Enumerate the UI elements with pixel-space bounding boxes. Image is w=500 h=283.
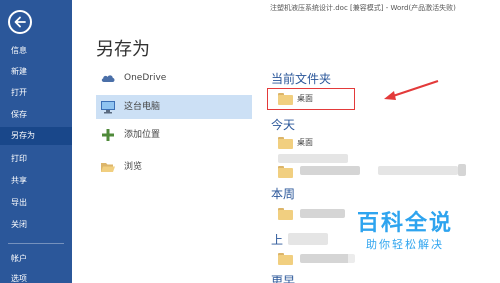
nav-info[interactable]: 信息 (0, 42, 72, 60)
nav-share[interactable]: 共享 (0, 172, 72, 190)
nav-open[interactable]: 打开 (0, 84, 72, 102)
nav-print[interactable]: 打印 (0, 150, 72, 168)
nav-options[interactable]: 选项 (0, 270, 72, 283)
current-folder-heading: 当前文件夹 (271, 72, 332, 86)
redacted-name (378, 166, 458, 175)
this-week-heading: 本周 (271, 187, 296, 201)
redacted-name (300, 254, 355, 263)
today-heading: 今天 (271, 118, 296, 132)
location-this-pc[interactable]: 这台电脑 (96, 95, 252, 119)
nav-export[interactable]: 导出 (0, 194, 72, 212)
location-browse[interactable]: 浏览 (96, 155, 252, 179)
redacted-name (300, 209, 345, 218)
folder-name: 桌面 (297, 138, 313, 147)
nav-close[interactable]: 关闭 (0, 216, 72, 234)
folder-icon (278, 137, 293, 149)
older-heading: 更早 (271, 274, 296, 283)
window-title: 注塑机液压系统设计.doc [兼容模式] - Word(产品激活失败) (270, 4, 456, 12)
computer-icon (101, 101, 115, 114)
backstage-sidebar: 信息 新建 打开 保存 另存为 打印 共享 导出 关闭 帐户 选项 (0, 0, 72, 283)
location-onedrive[interactable]: OneDrive (96, 66, 252, 90)
back-button[interactable] (8, 10, 32, 34)
redacted-name (300, 166, 360, 175)
folder-icon (278, 253, 293, 265)
today-folder-redacted[interactable] (278, 164, 298, 180)
watermark-subtitle: 助你轻松解决 (366, 238, 444, 251)
folder-icon (278, 166, 293, 178)
folder-icon (278, 208, 293, 220)
today-folder-desktop[interactable]: 桌面 (278, 135, 338, 151)
location-add-place[interactable]: 添加位置 (96, 123, 252, 147)
last-week-folder-redacted[interactable] (278, 251, 298, 267)
nav-save-as[interactable]: 另存为 (0, 127, 72, 145)
redacted-path (278, 154, 348, 163)
back-arrow-icon (14, 16, 26, 28)
page-title: 另存为 (96, 39, 150, 60)
location-label: OneDrive (124, 73, 167, 83)
location-label: 添加位置 (124, 130, 161, 140)
plus-icon (102, 129, 114, 141)
annotation-arrow-icon (384, 80, 439, 100)
location-label: 浏览 (124, 162, 143, 172)
nav-account[interactable]: 帐户 (0, 250, 72, 268)
nav-new[interactable]: 新建 (0, 63, 72, 81)
sidebar-divider (8, 243, 64, 244)
annotation-highlight-box (267, 88, 355, 110)
watermark-title: 百科全说 (356, 211, 453, 236)
redacted-name (458, 164, 466, 176)
last-week-heading: 上 (271, 233, 284, 247)
cloud-icon (101, 75, 115, 82)
week-folder-redacted[interactable] (278, 206, 298, 222)
redacted-heading (288, 233, 328, 245)
nav-save[interactable]: 保存 (0, 106, 72, 124)
folder-open-icon (101, 163, 115, 172)
location-label: 这台电脑 (124, 102, 161, 112)
